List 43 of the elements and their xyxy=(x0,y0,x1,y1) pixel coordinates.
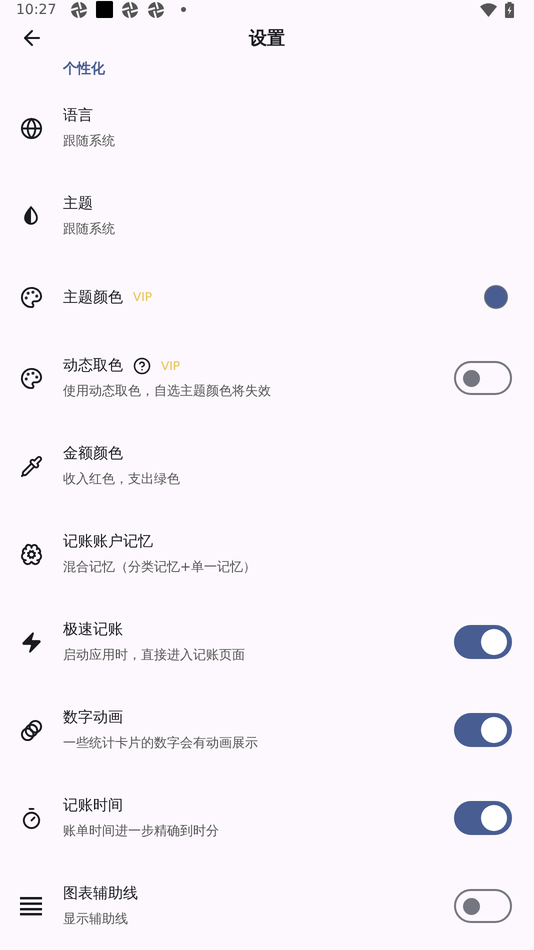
vip-label: VIP xyxy=(161,358,180,372)
square-icon xyxy=(96,1,114,18)
section-heading: 个性化 xyxy=(62,60,106,79)
page-title: 设置 xyxy=(249,26,285,50)
palette-icon xyxy=(20,286,43,308)
setting-title: 图表辅助线 xyxy=(63,884,138,903)
help-icon[interactable] xyxy=(133,356,151,374)
setting-title: 动态取色 xyxy=(63,356,123,375)
timer-icon xyxy=(20,806,43,830)
brain-gear-icon xyxy=(20,542,43,566)
setting-description: 显示辅助线 xyxy=(63,911,129,928)
setting-title: 记账时间 xyxy=(63,796,123,815)
toggle-switch[interactable] xyxy=(454,361,512,395)
toggle-switch[interactable] xyxy=(454,625,512,659)
setting-title: 数字动画 xyxy=(63,708,123,727)
setting-title: 极速记账 xyxy=(63,620,123,639)
setting-description: 混合记忆（分类记忆+单一记忆） xyxy=(63,559,257,576)
pipette-icon xyxy=(20,454,43,478)
setting-title: 主题颜色 xyxy=(63,288,123,306)
setting-description: 使用动态取色，自选主题颜色将失效 xyxy=(63,383,272,400)
globe-icon xyxy=(20,116,43,140)
setting-title: 语言 xyxy=(63,106,93,125)
status-time: 10:27 xyxy=(16,2,56,18)
vip-label: VIP xyxy=(133,290,152,304)
wifi-icon xyxy=(480,2,497,17)
lightning-icon xyxy=(20,630,43,654)
lines-icon xyxy=(20,896,42,916)
setting-description: 收入红色，支出绿色 xyxy=(63,471,181,488)
rings-icon xyxy=(20,718,43,742)
setting-description: 跟随系统 xyxy=(63,221,116,238)
setting-title: 金额颜色 xyxy=(63,444,123,463)
setting-title: 记账账户记忆 xyxy=(63,532,153,551)
setting-description: 一些统计卡片的数字会有动画展示 xyxy=(63,735,259,752)
setting-title: 主题 xyxy=(63,194,93,213)
toggle-switch[interactable] xyxy=(454,713,512,747)
toggle-switch[interactable] xyxy=(454,889,512,923)
color-swatch[interactable] xyxy=(484,285,508,309)
palette-icon xyxy=(20,366,43,390)
setting-description: 启动应用时，直接进入记账页面 xyxy=(63,647,246,664)
setting-description: 跟随系统 xyxy=(63,133,116,150)
setting-description: 账单时间进一步精确到时分 xyxy=(63,823,220,840)
toggle-switch[interactable] xyxy=(454,801,512,835)
dot-icon xyxy=(181,7,186,12)
